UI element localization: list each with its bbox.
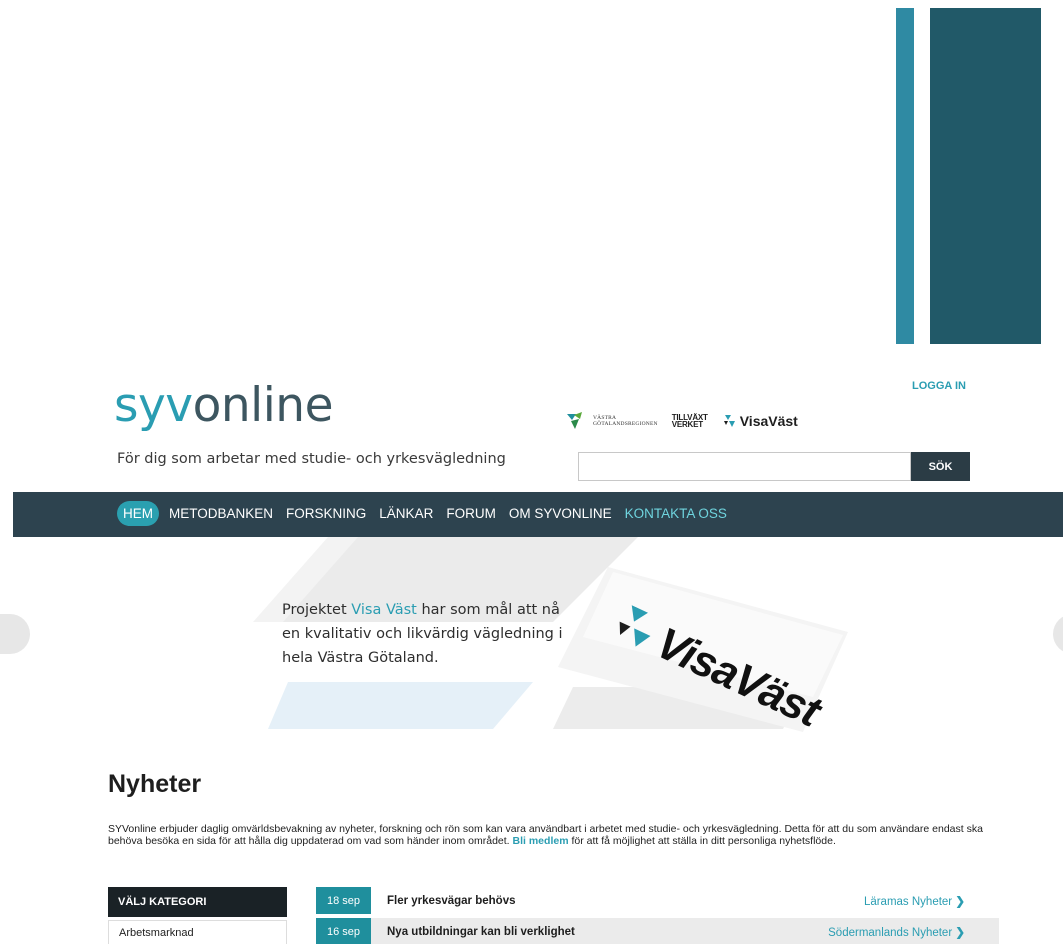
news-source-link[interactable]: Södermanlands Nyheter ❯ (828, 925, 965, 939)
news-source-label: Södermanlands Nyheter (828, 926, 953, 939)
logo-part-syv: syv (114, 378, 193, 433)
search-button[interactable]: SÖK (911, 452, 970, 481)
news-headline[interactable]: Nya utbildningar kan bli verklighet (387, 926, 828, 938)
search-input[interactable] (578, 452, 911, 481)
decorative-bar-light (896, 8, 914, 344)
hero-text-line3: hela Västra Götaland. (282, 650, 439, 666)
news-source-label: Läramas Nyheter (863, 895, 953, 908)
category-item-arbetsmarknad[interactable]: Arbetsmarknad (108, 920, 287, 944)
decorative-bar-dark (930, 8, 1041, 344)
news-row[interactable]: 16 sep Nya utbildningar kan bli verkligh… (316, 918, 999, 944)
visavast-logo[interactable]: VisaVäst (722, 413, 798, 429)
category-header: VÄLJ KATEGORI (108, 887, 287, 917)
nav-item-forum[interactable]: FORUM (443, 501, 499, 526)
nav-item-kontakta-oss[interactable]: KONTAKTA OSS (622, 501, 730, 526)
tillvaxt-line2: VERKET (671, 420, 703, 429)
news-source-link[interactable]: Läramas Nyheter ❯ (864, 894, 965, 908)
tillvaxtverket-logo[interactable]: TILLVÄXT VERKET (671, 414, 708, 429)
logo-part-online: online (192, 378, 334, 433)
news-intro: SYVonline erbjuder daglig omvärldsbevakn… (108, 823, 988, 847)
site-logo[interactable]: syvonline (114, 382, 334, 429)
vgr-logo[interactable]: VÄSTRA GÖTALANDSREGIONEN (567, 412, 658, 430)
hero-text-after: har som mål att nå (416, 602, 560, 618)
chevron-right-icon: ❯ (955, 895, 965, 908)
hero-text-line2: en kvalitativ och likvärdig vägledning i (282, 626, 563, 642)
news-row[interactable]: 18 sep Fler yrkesvägar behövs Läramas Ny… (316, 887, 999, 914)
nav-item-forskning[interactable]: FORSKNING (283, 501, 369, 526)
news-headline[interactable]: Fler yrkesvägar behövs (387, 895, 864, 907)
hero-text-before: Projektet (282, 602, 352, 618)
news-date-badge: 16 sep (316, 918, 371, 944)
login-link[interactable]: LOGGA IN (912, 380, 966, 392)
hero-highlight-link[interactable]: Visa Väst (351, 602, 417, 618)
news-heading: Nyheter (108, 770, 202, 798)
nav-item-om-syvonline[interactable]: OM SYVONLINE (506, 501, 615, 526)
chevron-right-icon: ❯ (955, 926, 965, 939)
visavast-logo-text: VisaVäst (739, 413, 798, 429)
site-tagline: För dig som arbetar med studie- och yrke… (117, 451, 506, 467)
become-member-link[interactable]: Bli medlem (513, 835, 569, 847)
news-intro-text-after: för att få möjlighet att ställa in ditt … (568, 835, 836, 847)
nav-item-metodbanken[interactable]: METODBANKEN (166, 501, 276, 526)
nav-item-lankar[interactable]: LÄNKAR (376, 501, 436, 526)
hero-text: Projektet Visa Väst har som mål att nå e… (282, 598, 563, 670)
nav-item-hem[interactable]: HEM (117, 501, 159, 526)
vgr-text-line2: GÖTALANDSREGIONEN (593, 421, 658, 427)
hero-banner[interactable]: Projektet Visa Väst har som mål att nå e… (13, 537, 1063, 732)
partner-logos: VÄSTRA GÖTALANDSREGIONEN TILLVÄXT VERKET… (567, 410, 798, 432)
visavast-mark-icon (723, 415, 735, 427)
vgr-leaf-icon (567, 412, 591, 430)
main-navigation: HEM METODBANKEN FORSKNING LÄNKAR FORUM O… (13, 492, 1063, 537)
news-date-badge: 18 sep (316, 887, 371, 914)
